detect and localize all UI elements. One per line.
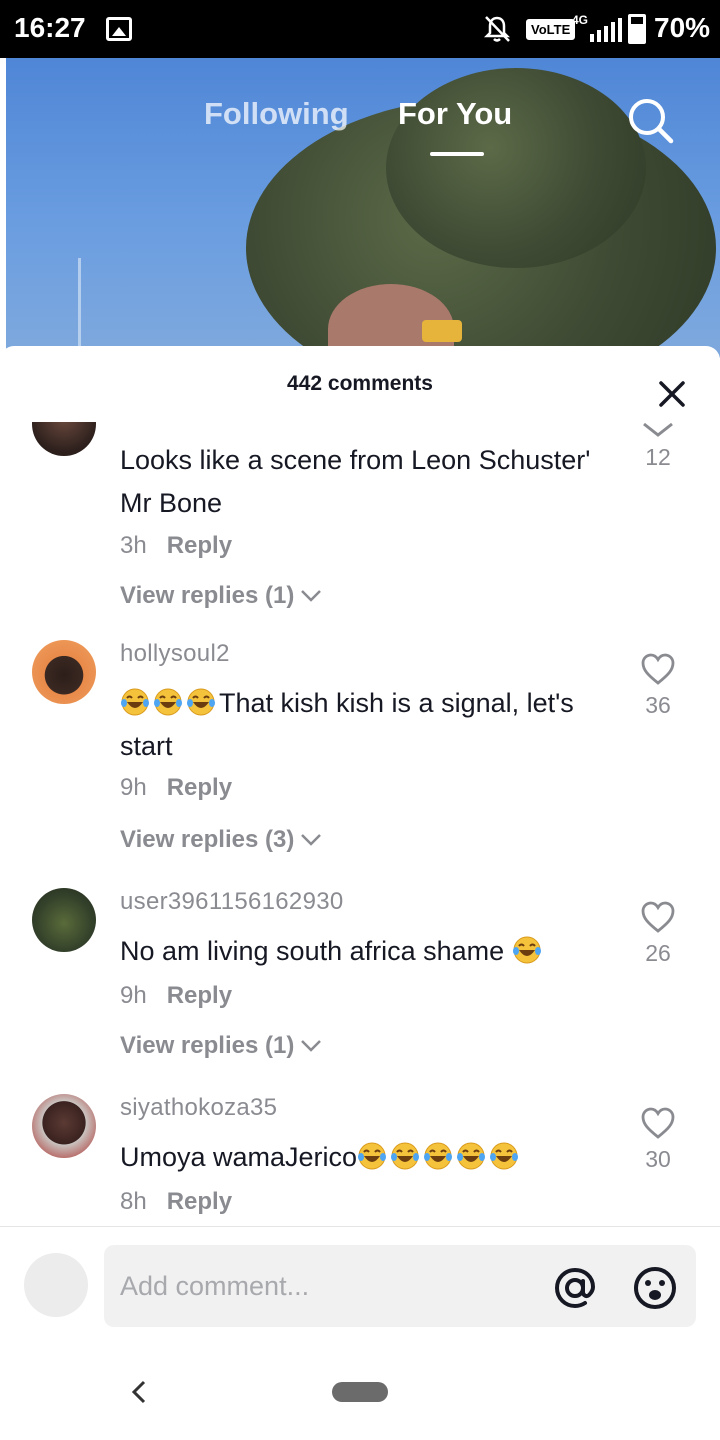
laughing-emoji-icon	[186, 687, 216, 717]
reply-button[interactable]: Reply	[167, 982, 232, 1009]
comment-text-body: No am living south africa shame	[120, 936, 512, 966]
comment-text: Umoya wamaJerico	[120, 1136, 620, 1179]
comment-username[interactable]: hollysoul2	[120, 640, 230, 668]
status-time: 16:27	[14, 12, 86, 43]
like-button[interactable]: 26	[628, 900, 688, 967]
search-icon[interactable]	[626, 96, 674, 144]
like-count: 36	[645, 692, 671, 718]
laughing-emoji-group	[512, 936, 545, 966]
battery-icon	[628, 14, 646, 44]
comment-time: 9h	[120, 774, 147, 801]
comment-meta: 3h Reply	[120, 532, 232, 560]
comment-username[interactable]: user3961156162930	[120, 888, 344, 916]
mention-icon[interactable]	[552, 1265, 598, 1311]
view-replies-button[interactable]: View replies (1)	[120, 1032, 322, 1060]
comments-count-title: 442 comments	[287, 372, 433, 395]
gallery-icon	[106, 17, 132, 41]
like-count: 30	[645, 1146, 671, 1172]
comment-text: That kish kish is a signal, let's start	[120, 682, 600, 768]
heart-icon	[641, 653, 675, 685]
like-button[interactable]: 30	[628, 1106, 688, 1173]
laughing-emoji-icon	[489, 1141, 519, 1171]
my-avatar[interactable]	[24, 1253, 88, 1317]
home-pill[interactable]	[332, 1382, 388, 1402]
comment-composer	[0, 1226, 720, 1346]
comment-text: Looks like a scene from Leon Schuster' M…	[120, 445, 591, 518]
reply-button[interactable]: Reply	[167, 1188, 232, 1215]
laughing-emoji-icon	[120, 687, 150, 717]
person-cap	[422, 320, 462, 342]
laughing-emoji-icon	[357, 1141, 387, 1171]
feed-tabs: Following For You	[0, 92, 720, 156]
chevron-down-icon	[301, 834, 322, 846]
laughing-emoji-icon	[456, 1141, 486, 1171]
view-replies-label: View replies (1)	[120, 582, 295, 609]
comment-text: No am living south africa shame	[120, 930, 620, 973]
comment-text-body: Umoya wamaJerico	[120, 1142, 358, 1172]
like-count: 26	[645, 940, 671, 966]
heart-icon	[643, 422, 673, 437]
avatar[interactable]	[32, 888, 96, 952]
chevron-down-icon	[301, 1040, 322, 1052]
heart-icon	[641, 1107, 675, 1139]
battery-percent: 70%	[654, 12, 711, 43]
laughing-emoji-icon	[390, 1141, 420, 1171]
comment-time: 3h	[120, 532, 147, 559]
comment-meta: 9h Reply	[120, 774, 232, 802]
heart-icon	[641, 901, 675, 933]
signal-icon	[590, 18, 622, 42]
laughing-emoji-group	[120, 688, 219, 718]
avatar[interactable]	[32, 640, 96, 704]
reply-button[interactable]: Reply	[167, 774, 232, 801]
like-button[interactable]: 12	[628, 422, 688, 471]
comment-meta: 9h Reply	[120, 982, 232, 1010]
avatar[interactable]	[32, 422, 96, 456]
mute-icon	[483, 16, 511, 42]
like-button[interactable]: 36	[628, 652, 688, 719]
network-type: 4G	[572, 13, 589, 27]
status-bar: 16:27 VoLTE 4G 70%	[0, 0, 720, 58]
laughing-emoji-icon	[153, 687, 183, 717]
laughing-emoji-group	[357, 1142, 522, 1172]
comment-meta: 8h Reply	[120, 1188, 232, 1216]
comment-time: 9h	[120, 982, 147, 1009]
view-replies-label: View replies (3)	[120, 826, 295, 853]
comment-username[interactable]: siyathokoza35	[120, 1094, 277, 1122]
close-icon[interactable]	[654, 376, 690, 412]
chevron-down-icon	[301, 590, 322, 602]
laughing-emoji-icon	[423, 1141, 453, 1171]
tab-for-you[interactable]: For You	[398, 96, 512, 132]
reply-button[interactable]: Reply	[167, 532, 232, 559]
active-tab-indicator	[430, 152, 484, 156]
tab-following[interactable]: Following	[204, 96, 349, 132]
comment-time: 8h	[120, 1188, 147, 1215]
view-replies-button[interactable]: View replies (3)	[120, 826, 322, 854]
view-replies-button[interactable]: View replies (1)	[120, 582, 322, 610]
like-count: 12	[645, 444, 671, 470]
add-comment-input[interactable]	[104, 1245, 696, 1327]
emoji-picker-icon[interactable]	[632, 1265, 678, 1311]
comment-list[interactable]: Looks like a scene from Leon Schuster' M…	[0, 422, 720, 1226]
view-replies-label: View replies (1)	[120, 1032, 295, 1059]
back-icon[interactable]	[126, 1378, 150, 1406]
system-nav-bar	[0, 1346, 720, 1440]
laughing-emoji-icon	[512, 935, 542, 965]
background-pole	[78, 258, 81, 358]
volte-badge: VoLTE	[526, 19, 576, 40]
avatar[interactable]	[32, 1094, 96, 1158]
